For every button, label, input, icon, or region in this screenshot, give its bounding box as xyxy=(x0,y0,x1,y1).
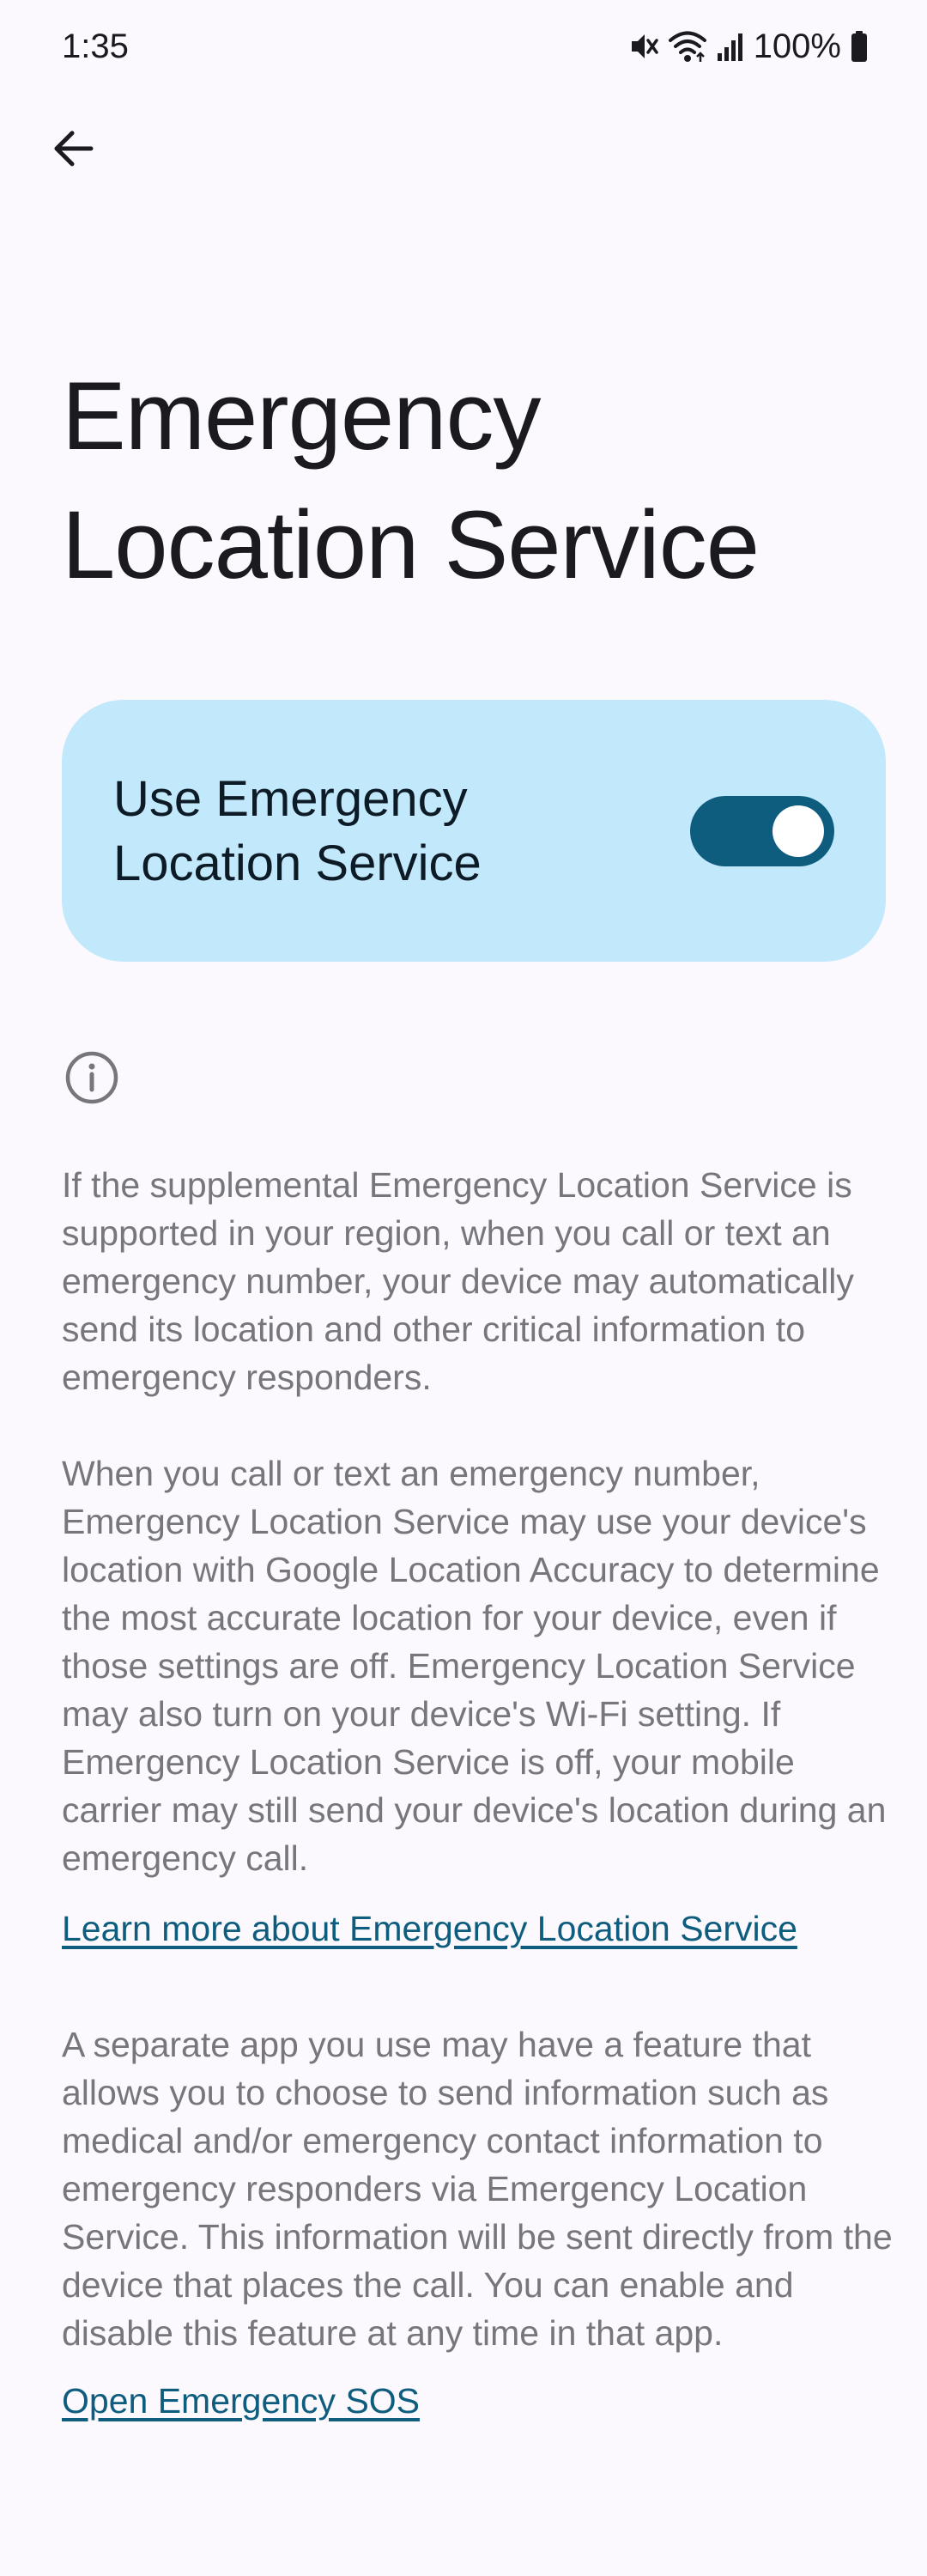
arrow-back-icon xyxy=(50,125,96,176)
signal-icon xyxy=(716,29,745,64)
back-button[interactable] xyxy=(34,112,112,189)
info-paragraph-2: When you call or text an emergency numbe… xyxy=(62,1454,887,1878)
battery-icon xyxy=(850,29,869,64)
info-paragraph-3: A separate app you use may have a featur… xyxy=(62,2025,893,2353)
toggle-label: Use Emergency Location Service xyxy=(113,771,482,891)
wifi-icon xyxy=(668,29,707,64)
page-title: Emergency Location Service xyxy=(62,362,760,598)
open-emergency-sos-link[interactable]: Open Emergency SOS xyxy=(62,2377,420,2425)
switch-thumb xyxy=(772,805,824,857)
status-time: 1:35 xyxy=(62,27,129,65)
info-icon xyxy=(64,1049,120,1106)
use-emergency-location-toggle-row[interactable]: Use Emergency Location Service xyxy=(62,700,886,962)
emergency-location-switch[interactable] xyxy=(690,796,834,866)
battery-percent: 100% xyxy=(753,27,841,65)
info-paragraph-1: If the supplemental Emergency Location S… xyxy=(62,1165,854,1397)
status-bar: 1:35 100% xyxy=(0,0,927,94)
status-icons: 100% xyxy=(628,24,869,69)
learn-more-link[interactable]: Learn more about Emergency Location Serv… xyxy=(62,1905,797,1953)
mute-icon xyxy=(628,29,659,64)
